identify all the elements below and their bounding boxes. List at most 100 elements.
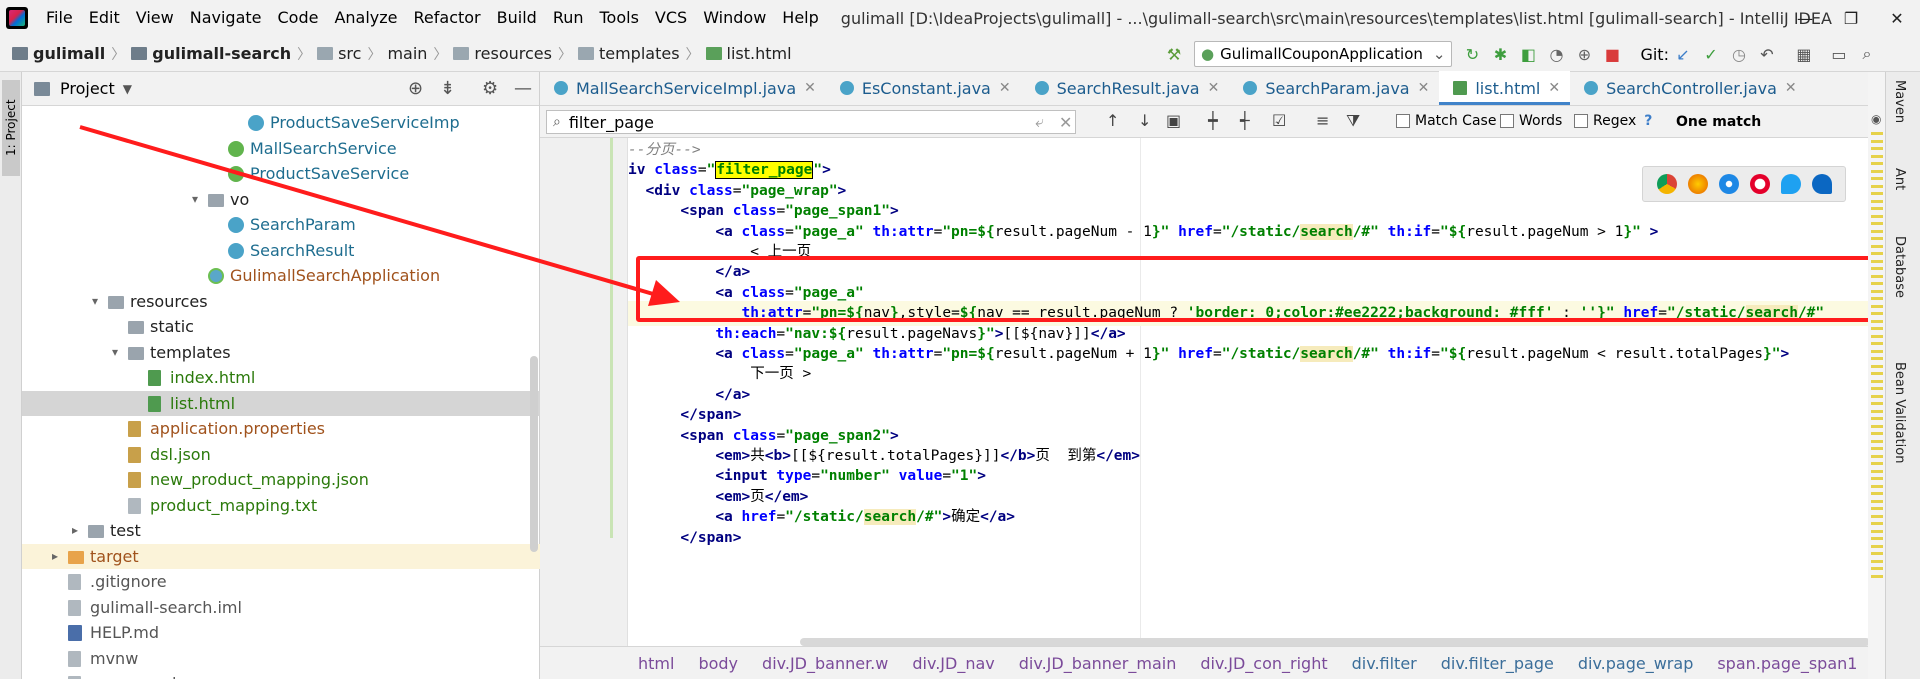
chrome-icon[interactable] [1656,174,1677,194]
html-breadcrumb-item[interactable]: div.page_wrap [1578,654,1694,673]
git-rollback-icon[interactable]: ↶ [1756,43,1778,65]
warning-mark[interactable] [1871,237,1883,240]
warning-mark[interactable] [1871,499,1883,503]
editor-tab[interactable]: EsConstant.java ✕ [826,71,1021,105]
ant-tool-tab[interactable]: Ant [1892,168,1907,190]
warning-mark[interactable] [1871,387,1883,390]
search-everywhere-icon[interactable]: ⌕ [1856,43,1878,65]
warning-mark[interactable] [1871,252,1883,255]
close-tab-icon[interactable]: ✕ [999,80,1011,96]
warning-mark[interactable] [1871,552,1883,555]
bean-validation-tool-tab[interactable]: Bean Validation [1892,362,1907,463]
close-window-button[interactable]: ✕ [1874,0,1920,36]
database-tool-tab[interactable]: Database [1892,236,1907,298]
warning-mark[interactable] [1871,162,1883,165]
warning-mark[interactable] [1871,559,1883,563]
warning-mark[interactable] [1871,289,1883,293]
editor-tab[interactable]: list.html ✕ [1439,71,1571,105]
menu-view[interactable]: View [128,0,182,36]
crumb-resources[interactable]: resources [449,44,556,63]
tree-item[interactable]: gulimall-search.iml [22,595,540,620]
html-breadcrumb-item[interactable]: div.JD_banner.w [762,654,888,673]
warning-mark[interactable] [1871,282,1883,285]
tree-item[interactable]: new_product_mapping.json [22,467,540,492]
regex-help-icon[interactable]: ? [1644,113,1652,129]
chevron-down-icon[interactable]: ▾ [188,187,202,212]
warning-mark[interactable] [1871,312,1883,315]
menu-tools[interactable]: Tools [592,0,647,36]
warning-mark[interactable] [1871,544,1883,548]
hide-panel-icon[interactable]: — [514,78,532,99]
regex-checkbox[interactable]: Regex? [1574,113,1652,129]
menu-refactor[interactable]: Refactor [406,0,489,36]
warning-mark[interactable] [1871,244,1883,248]
warning-mark[interactable] [1871,529,1883,533]
attach-icon[interactable]: ⊕ [1573,43,1595,65]
collapse-all-icon[interactable]: ⇟ [440,78,455,99]
crumb-file[interactable]: list.html [702,44,796,63]
safari-icon[interactable] [1718,174,1739,194]
tree-item[interactable]: mvnw.cmd [22,671,540,679]
warning-mark[interactable] [1871,207,1883,210]
tree-item[interactable]: SearchParam [22,212,540,237]
warning-mark[interactable] [1871,342,1883,345]
warning-mark[interactable] [1871,484,1883,488]
git-commit-icon[interactable]: ✓ [1700,43,1722,65]
html-breadcrumb-item[interactable]: body [698,654,738,673]
tree-item[interactable]: SearchResult [22,238,540,263]
chevron-down-icon[interactable]: ▾ [108,340,122,365]
warning-mark[interactable] [1871,567,1883,570]
maximize-button[interactable]: ❐ [1828,0,1874,36]
error-stripe[interactable]: ◉ [1868,72,1885,679]
tree-item[interactable]: product_mapping.txt [22,493,540,518]
warning-mark[interactable] [1871,147,1883,150]
menu-edit[interactable]: Edit [81,0,128,36]
gear-icon[interactable]: ⚙ [482,78,498,99]
git-update-icon[interactable]: ↙ [1672,43,1694,65]
close-tab-icon[interactable]: ✕ [1548,80,1560,96]
find-in-selection-icon[interactable]: ▣ [1166,111,1181,130]
warning-mark[interactable] [1871,304,1883,308]
warning-mark[interactable] [1871,132,1883,135]
locate-target-icon[interactable]: ⊕ [408,78,423,99]
warning-mark[interactable] [1871,409,1883,413]
warning-mark[interactable] [1871,402,1883,405]
crumb-templates[interactable]: templates [574,44,684,63]
add-occurrence-icon[interactable]: ┿ [1208,111,1218,130]
warning-mark[interactable] [1871,454,1883,458]
presentation-icon[interactable]: ▭ [1828,43,1850,65]
tree-item[interactable]: dsl.json [22,442,540,467]
editor-tab[interactable]: SearchParam.java ✕ [1229,71,1439,105]
warning-mark[interactable] [1871,424,1883,428]
menu-navigate[interactable]: Navigate [182,0,270,36]
editor-tab[interactable]: MallSearchServiceImpl.java ✕ [540,71,826,105]
chevron-down-icon[interactable]: ▾ [88,289,102,314]
tree-item[interactable]: static [22,314,540,339]
warning-mark[interactable] [1871,477,1883,480]
build-hammer-icon[interactable]: ⚒ [1163,43,1185,65]
close-tab-icon[interactable]: ✕ [1418,80,1430,96]
tree-item[interactable]: mvnw [22,646,540,671]
warning-mark[interactable] [1871,319,1883,323]
tree-item[interactable]: ▾ templates [22,340,540,365]
git-history-icon[interactable]: ◷ [1728,43,1750,65]
tree-item[interactable]: GulimallSearchApplication [22,263,540,288]
warning-mark[interactable] [1871,447,1883,450]
crumb-module[interactable]: gulimall-search [127,44,295,63]
horizontal-scrollbar[interactable] [800,638,1870,646]
minimize-button[interactable]: — [1782,0,1828,36]
multiline-icon[interactable]: ≡ [1316,111,1329,130]
chevron-down-icon[interactable]: ▼ [123,82,132,96]
project-tree-scrollbar[interactable] [530,356,538,552]
menu-window[interactable]: Window [695,0,774,36]
tree-item[interactable]: MallSearchService [22,136,540,161]
remove-occurrence-icon[interactable]: ┽ [1240,111,1250,130]
run-coverage-icon[interactable]: ◧ [1517,43,1539,65]
tree-item[interactable]: ▾ resources [22,289,540,314]
project-tool-tab[interactable]: 1: Project [2,80,20,176]
previous-occurrence-icon[interactable]: ↑ [1106,111,1119,130]
profile-icon[interactable]: ◔ [1545,43,1567,65]
close-tab-icon[interactable]: ✕ [1785,80,1797,96]
debug-bug-icon[interactable]: ✱ [1489,43,1511,65]
maven-tool-tab[interactable]: Maven [1892,80,1907,123]
